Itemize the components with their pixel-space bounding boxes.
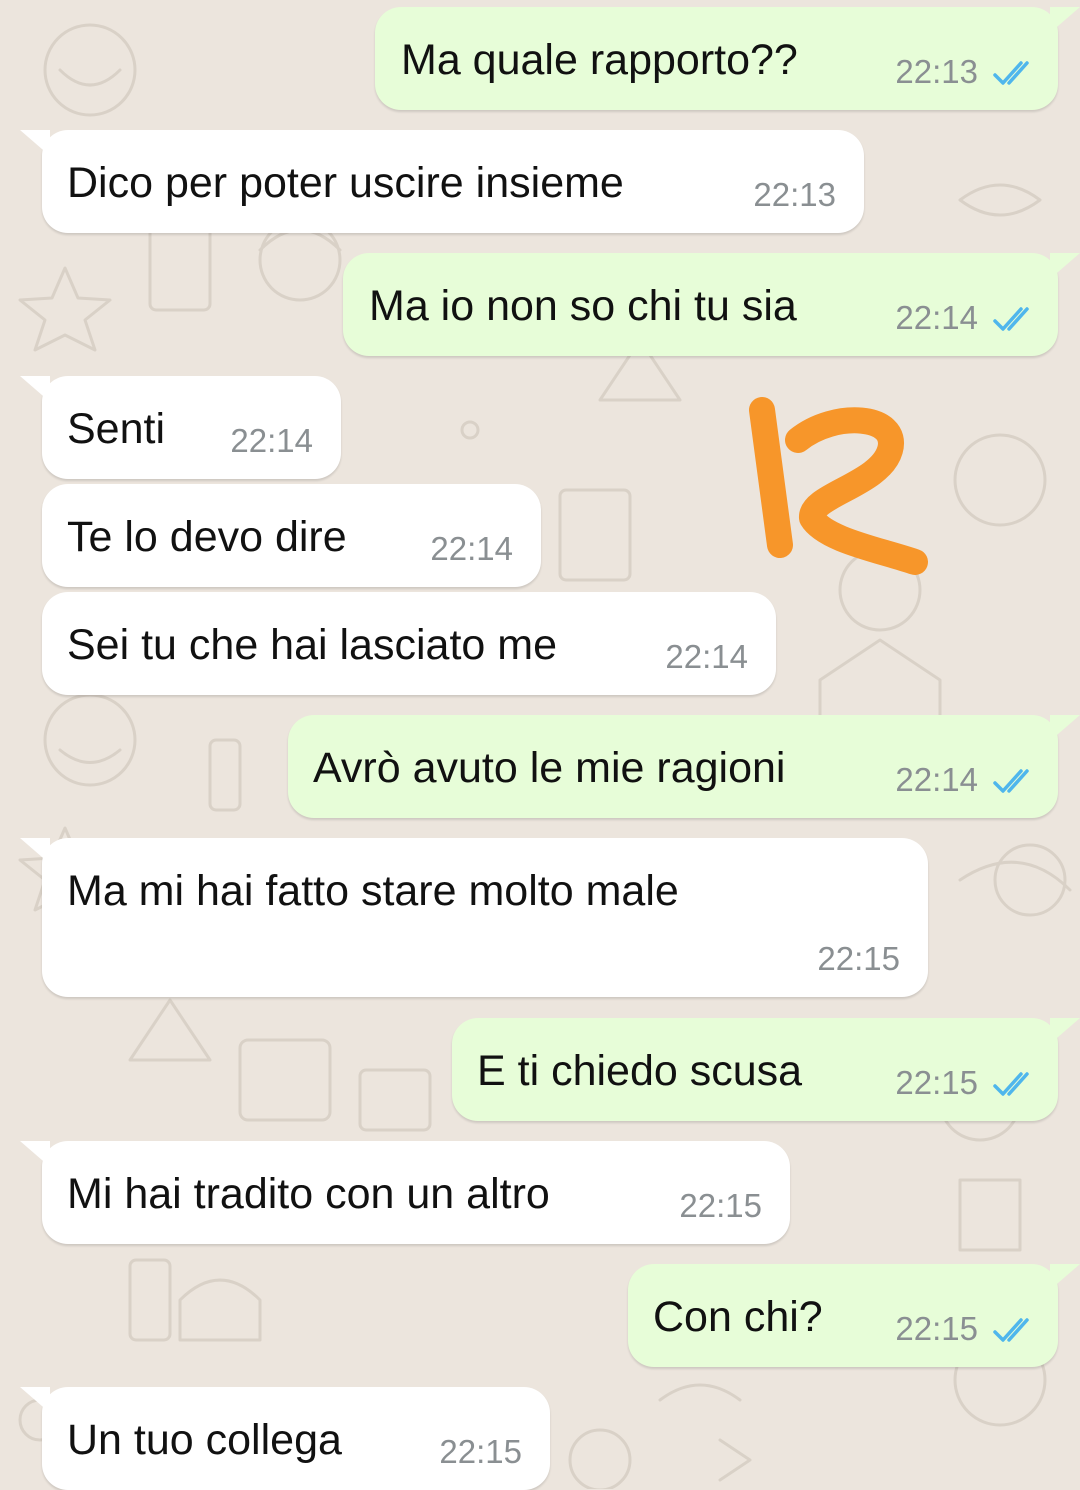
message-bubble-incoming[interactable]: Senti 22:14 — [20, 376, 341, 479]
message-bubble-outgoing[interactable]: Con chi? 22:15 — [628, 1264, 1080, 1367]
message-text: Avrò avuto le mie ragioni — [313, 744, 786, 792]
message-bubble-outgoing[interactable]: Ma io non so chi tu sia 22:14 — [343, 253, 1080, 356]
message-text: Te lo devo dire — [67, 513, 347, 561]
message-time: 22:14 — [665, 638, 748, 675]
message-text: Ma io non so chi tu sia — [369, 282, 797, 330]
message-text: Mi hai tradito con un altro — [67, 1170, 550, 1218]
message-text: Con chi? — [653, 1293, 823, 1341]
bubble-tail-icon — [1050, 253, 1080, 279]
message-time: 22:14 — [430, 530, 513, 567]
message-text: Un tuo collega — [67, 1416, 342, 1464]
bubble-tail-icon — [1050, 1018, 1080, 1044]
message-time: 22:15 — [895, 1310, 978, 1347]
message-time: 22:15 — [679, 1187, 762, 1224]
bubble-tail-icon — [1050, 7, 1080, 33]
bubble-tail-icon — [20, 130, 50, 156]
bubble-tail-icon — [20, 376, 50, 402]
bubble-tail-icon — [1050, 1264, 1080, 1290]
message-bubble-outgoing[interactable]: E ti chiedo scusa 22:15 — [452, 1018, 1080, 1121]
message-text: Ma mi hai fatto stare molto male — [67, 867, 679, 915]
message-time: 22:14 — [895, 761, 978, 798]
double-check-icon — [993, 769, 1029, 793]
message-bubble-outgoing[interactable]: Ma quale rapporto?? 22:13 — [375, 7, 1080, 110]
double-check-icon — [993, 1072, 1029, 1096]
message-time: 22:15 — [439, 1433, 522, 1470]
double-check-icon — [993, 307, 1029, 331]
message-bubble-incoming[interactable]: Sei tu che hai lasciato me 22:14 — [42, 592, 776, 695]
message-time: 22:14 — [895, 299, 978, 336]
message-bubble-incoming[interactable]: Ma mi hai fatto stare molto male 22:15 — [20, 838, 928, 997]
message-bubble-incoming[interactable]: Mi hai tradito con un altro 22:15 — [20, 1141, 790, 1244]
double-check-icon — [993, 1318, 1029, 1342]
message-time: 22:13 — [895, 53, 978, 90]
message-bubble-incoming[interactable]: Dico per poter uscire insieme 22:13 — [20, 130, 864, 233]
message-time: 22:15 — [817, 940, 900, 977]
message-text: E ti chiedo scusa — [477, 1047, 803, 1095]
message-bubble-outgoing[interactable]: Avrò avuto le mie ragioni 22:14 — [288, 715, 1080, 818]
bubble-tail-icon — [20, 838, 50, 864]
handwritten-number-annotation — [749, 397, 928, 575]
message-bubble-incoming[interactable]: Te lo devo dire 22:14 — [42, 484, 541, 587]
bubble-tail-icon — [20, 1387, 50, 1413]
message-bubble-incoming[interactable]: Un tuo collega 22:15 — [20, 1387, 550, 1490]
message-text: Ma quale rapporto?? — [401, 36, 798, 84]
message-text: Dico per poter uscire insieme — [67, 159, 624, 207]
bubble-tail-icon — [1050, 715, 1080, 741]
bubble-tail-icon — [20, 1141, 50, 1167]
message-text: Senti — [67, 405, 166, 453]
message-text: Sei tu che hai lasciato me — [67, 621, 557, 669]
double-check-icon — [993, 61, 1029, 85]
message-time: 22:15 — [895, 1064, 978, 1101]
message-time: 22:13 — [753, 176, 836, 213]
message-time: 22:14 — [230, 422, 313, 459]
